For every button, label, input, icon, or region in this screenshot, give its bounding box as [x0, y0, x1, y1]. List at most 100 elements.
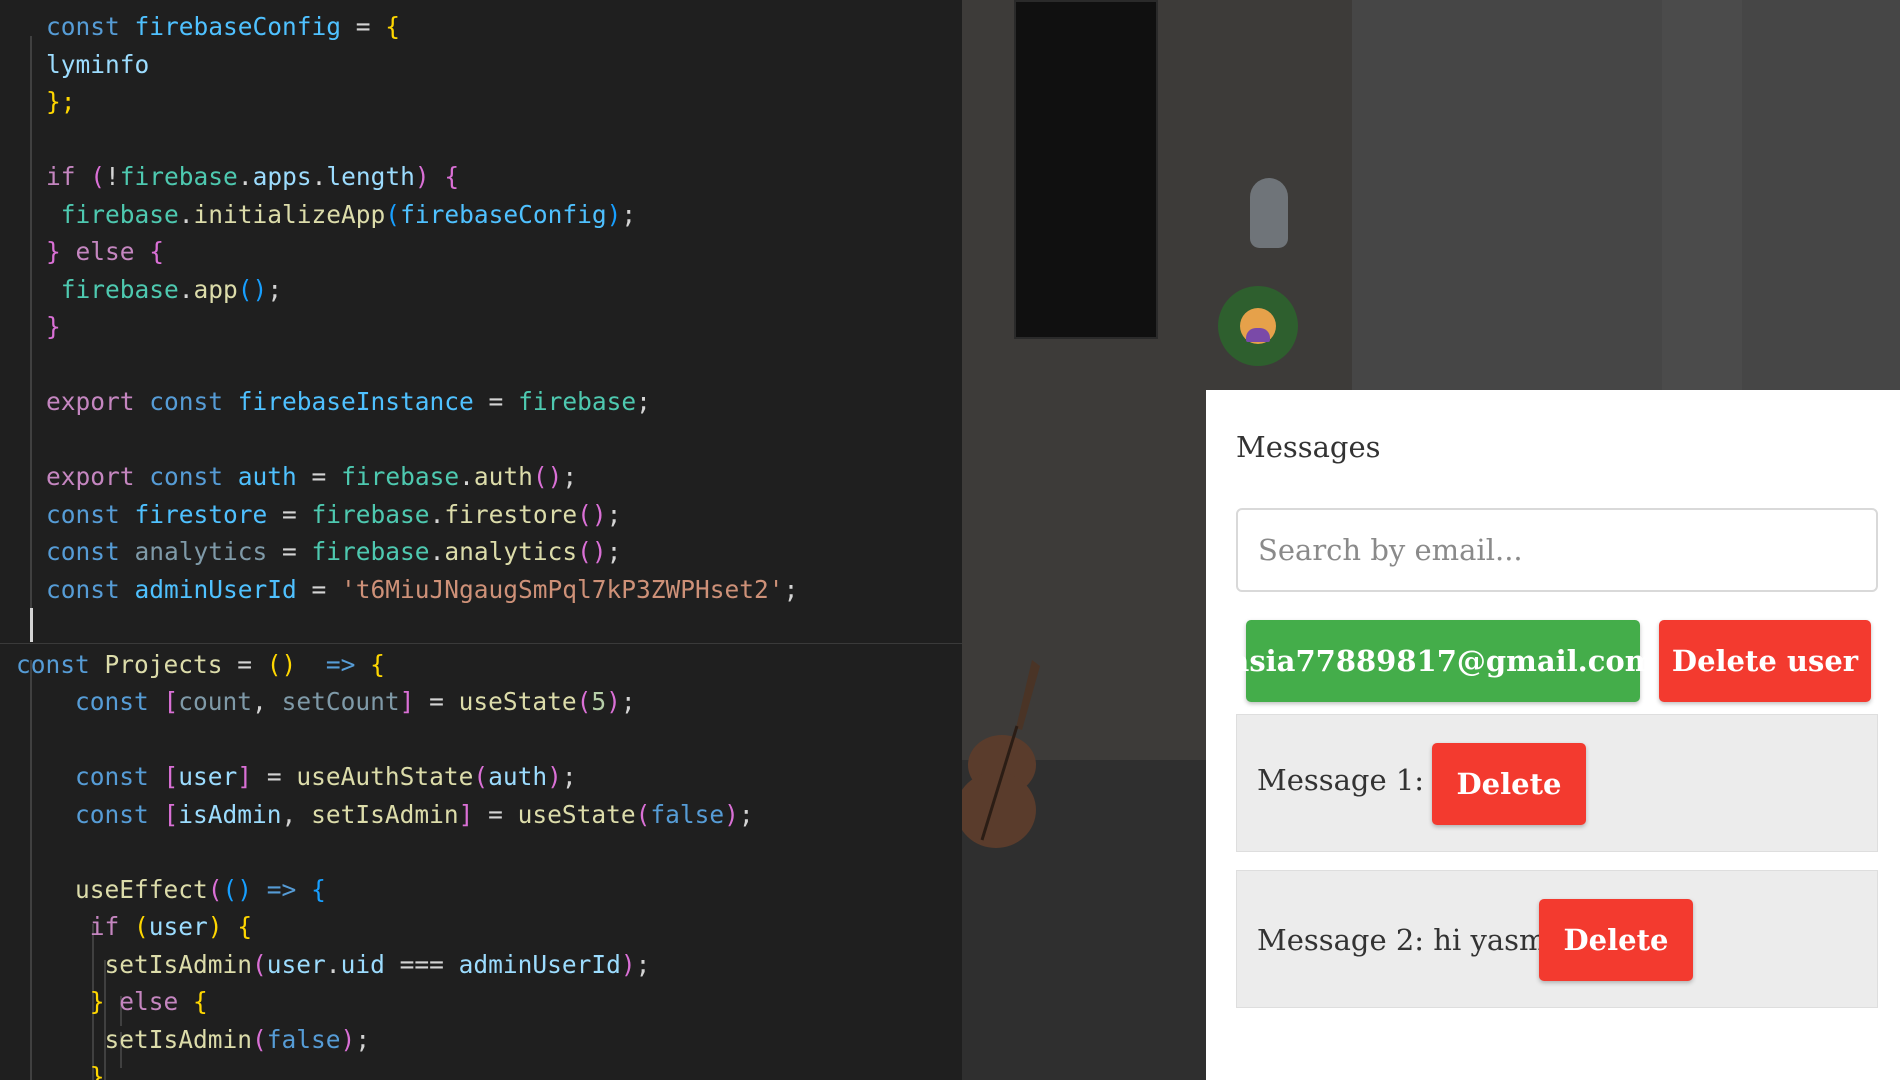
code-token: =>	[252, 874, 312, 904]
code-token: =>	[325, 649, 371, 679]
code-line: setIsAdmin(false);	[0, 1022, 962, 1058]
code-token: (	[252, 1024, 267, 1054]
code-token: const	[149, 462, 238, 491]
code-token: auth	[237, 462, 297, 491]
code-line: const Projects = () => {	[0, 647, 962, 683]
code-token: .	[325, 949, 341, 979]
search-input[interactable]	[1236, 508, 1878, 592]
code-token: adminUserId	[134, 574, 297, 604]
code-token: !	[105, 162, 120, 191]
message-text: Message 1: hi	[1257, 763, 1462, 797]
code-token: (	[252, 949, 267, 979]
code-token: const	[46, 574, 135, 604]
delete-message-button[interactable]: Delete	[1432, 743, 1586, 825]
code-line: firebase.initializeApp(firebaseConfig);	[0, 197, 962, 233]
code-token: =	[296, 574, 342, 604]
code-token: )	[414, 162, 430, 191]
code-token: (	[90, 162, 106, 191]
code-token: ;	[606, 537, 622, 566]
code-token: firebase	[311, 499, 430, 529]
person-raising-hand-icon	[1240, 308, 1276, 344]
code-line: if (!firebase.apps.length) {	[0, 159, 962, 195]
code-token: 5	[591, 687, 607, 716]
delete-message-button[interactable]: Delete	[1539, 899, 1693, 981]
background-wall	[1352, 0, 1900, 390]
code-token: ()	[222, 874, 253, 904]
code-token: ;	[621, 199, 637, 229]
code-line: const analytics = firebase.analytics();	[0, 534, 962, 570]
avatar-button[interactable]	[1218, 286, 1298, 366]
code-token: )	[606, 687, 621, 716]
code-token: ;	[783, 574, 799, 604]
app-preview: Messages asia77889817@gmail.com Delete u…	[962, 0, 1900, 1080]
code-token: ]	[237, 762, 253, 791]
code-token: .	[429, 537, 445, 566]
code-line: const adminUserId = 't6MiuJNgaugSmPql7kP…	[0, 572, 962, 608]
code-token: analytics	[444, 537, 578, 566]
user-email-button[interactable]: asia77889817@gmail.com	[1231, 620, 1655, 702]
code-token: ;	[562, 462, 578, 491]
code-token: firebase	[341, 462, 460, 491]
code-line: lyminfo	[0, 47, 962, 83]
code-line: if (user) {	[0, 909, 962, 945]
code-token: =	[473, 799, 518, 829]
code-token: apps	[252, 162, 312, 191]
code-token: user	[148, 912, 208, 941]
message-text: Message 2: hi yasmen	[1257, 923, 1583, 957]
code-token: ,	[281, 799, 312, 829]
code-token: {	[149, 237, 165, 266]
code-token: initializeApp	[193, 199, 386, 229]
code-token: )	[207, 912, 223, 941]
code-token: {	[385, 12, 401, 41]
code-token: firebase	[311, 537, 430, 566]
code-token: =	[296, 462, 342, 491]
code-token: )	[340, 1024, 356, 1054]
code-token: app	[193, 274, 238, 304]
code-token: count	[178, 687, 253, 716]
code-token: =	[267, 537, 312, 566]
code-token: )	[606, 199, 622, 229]
code-token: (	[207, 874, 223, 904]
code-token: firebaseConfig	[134, 12, 342, 41]
code-token: =	[222, 649, 267, 679]
code-token: useAuthState	[296, 762, 474, 791]
code-token: =	[267, 499, 312, 529]
code-token: {	[370, 649, 385, 679]
code-token: =	[473, 387, 519, 416]
code-token: length	[326, 162, 415, 191]
code-token: const	[46, 537, 135, 566]
code-line: } else {	[0, 984, 962, 1020]
code-token: Projects	[104, 649, 223, 679]
code-token: ;	[620, 687, 636, 716]
code-token: )	[724, 799, 739, 829]
code-token: ;	[636, 387, 651, 416]
code-line: export const firebaseInstance = firebase…	[0, 384, 962, 420]
code-token: firestore	[444, 499, 578, 529]
code-token: useState	[517, 799, 636, 829]
code-token: setIsAdmin	[311, 799, 459, 829]
code-token: firestore	[134, 499, 268, 529]
message-card: Message 2: hi yasmen Delete	[1236, 870, 1878, 1008]
code-editor[interactable]: const firebaseConfig = {lyminfo}; if (!fi…	[0, 0, 962, 1080]
code-token: .	[237, 162, 253, 191]
code-token: .	[178, 199, 194, 229]
code-token: {	[193, 987, 208, 1016]
code-token: export	[46, 462, 150, 491]
message-card: Message 1: hi Delete	[1236, 714, 1878, 852]
delete-user-button[interactable]: Delete user	[1659, 620, 1871, 702]
code-token: firebaseInstance	[237, 387, 474, 416]
code-token: [	[163, 799, 179, 829]
code-token: useState	[458, 687, 577, 716]
messages-panel: Messages asia77889817@gmail.com Delete u…	[1206, 390, 1900, 1080]
code-line: export const auth = firebase.auth();	[0, 459, 962, 495]
background-window	[1014, 0, 1158, 339]
code-token: firebase	[46, 199, 179, 229]
code-token: ()	[577, 537, 607, 566]
code-token: }	[46, 312, 61, 341]
code-token: else	[60, 237, 150, 266]
code-token: const	[16, 649, 105, 679]
panel-title: Messages	[1236, 430, 1381, 464]
